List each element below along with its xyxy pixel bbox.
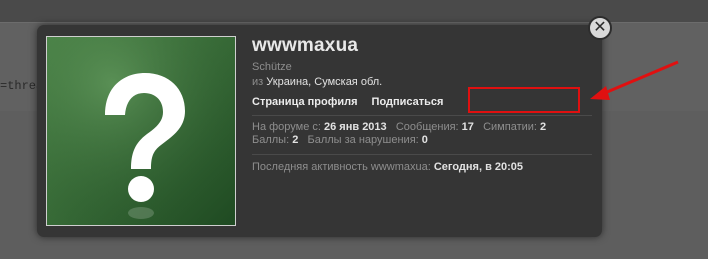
annotation-arrow-icon	[590, 60, 679, 100]
